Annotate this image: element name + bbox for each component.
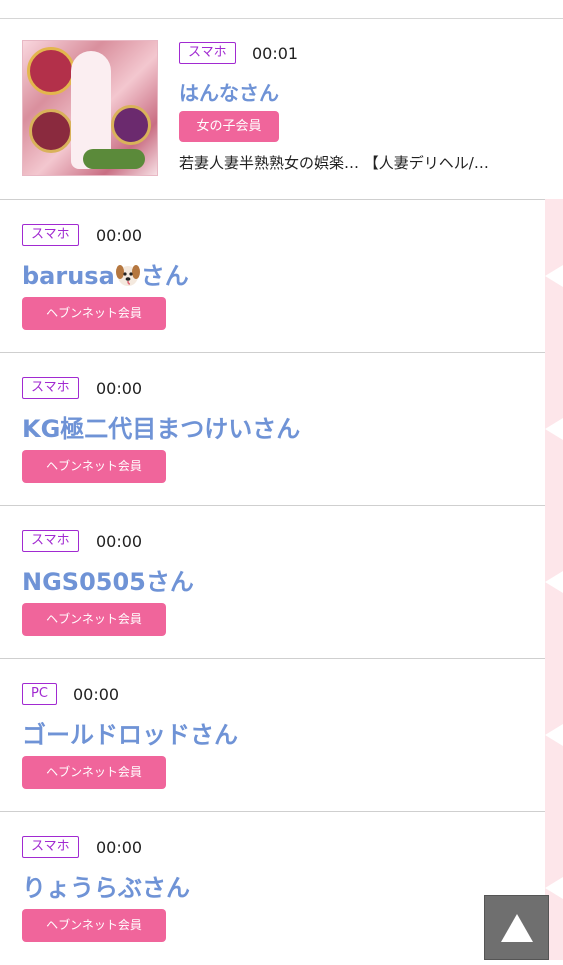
user-name-link[interactable]: りょうらぶさん [22, 868, 190, 903]
visit-time: 00:01 [252, 44, 299, 63]
user-name-link[interactable]: NGS0505さん [22, 562, 194, 597]
visitor-entry[interactable]: スマホ 00:00 NGS0505さん ヘブンネット会員 [0, 506, 545, 659]
strip-notch [545, 418, 563, 440]
device-tag: スマホ [179, 42, 236, 64]
strip-notch [545, 724, 563, 746]
device-tag: スマホ [22, 530, 79, 552]
dog-face-icon [115, 265, 140, 286]
visit-time: 00:00 [96, 379, 143, 398]
profile-thumbnail[interactable] [22, 40, 158, 176]
member-badge: 女の子会員 [179, 111, 279, 142]
visit-time: 00:00 [96, 532, 143, 551]
user-name-link[interactable]: はんなさん [179, 77, 279, 106]
thumbnail-badge-decoration [111, 105, 151, 145]
thumbnail-badge-decoration [29, 109, 73, 153]
device-tag: スマホ [22, 377, 79, 399]
user-name-text: barusa [22, 262, 115, 290]
thumbnail-badge-decoration [27, 47, 75, 95]
strip-notch [545, 571, 563, 593]
user-name-link[interactable]: ゴールドロッドさん [22, 715, 238, 750]
device-tag: PC [22, 683, 57, 705]
shop-description[interactable]: 若妻人妻半熟熟女の娯楽… 【人妻デリヘル/… [179, 152, 489, 173]
device-tag: スマホ [22, 836, 79, 858]
user-name-link[interactable]: barusa さん [22, 256, 189, 291]
visitor-entry[interactable]: スマホ 00:00 barusa さん ヘブンネット会員 [0, 200, 545, 353]
member-badge: ヘブンネット会員 [22, 756, 166, 789]
strip-notch [545, 265, 563, 287]
user-name-link[interactable]: KG極二代目まつけいさん [22, 409, 300, 444]
thumbnail-badge-decoration [83, 149, 145, 169]
member-badge: ヘブンネット会員 [22, 909, 166, 942]
visitor-entry[interactable]: スマホ 00:00 りょうらぶさん ヘブンネット会員 [0, 812, 545, 965]
member-badge: ヘブンネット会員 [22, 297, 166, 330]
member-badge: ヘブンネット会員 [22, 603, 166, 636]
visitor-entry[interactable]: スマホ 00:00 KG極二代目まつけいさん ヘブンネット会員 [0, 353, 545, 506]
member-badge: ヘブンネット会員 [22, 450, 166, 483]
visit-time: 00:00 [73, 685, 120, 704]
visit-time: 00:00 [96, 226, 143, 245]
device-tag: スマホ [22, 224, 79, 246]
visit-time: 00:00 [96, 838, 143, 857]
scroll-to-top-button[interactable] [484, 895, 549, 960]
user-name-suffix: さん [140, 262, 189, 290]
visitor-entry[interactable]: PC 00:00 ゴールドロッドさん ヘブンネット会員 [0, 659, 545, 812]
triangle-up-icon [501, 914, 533, 942]
